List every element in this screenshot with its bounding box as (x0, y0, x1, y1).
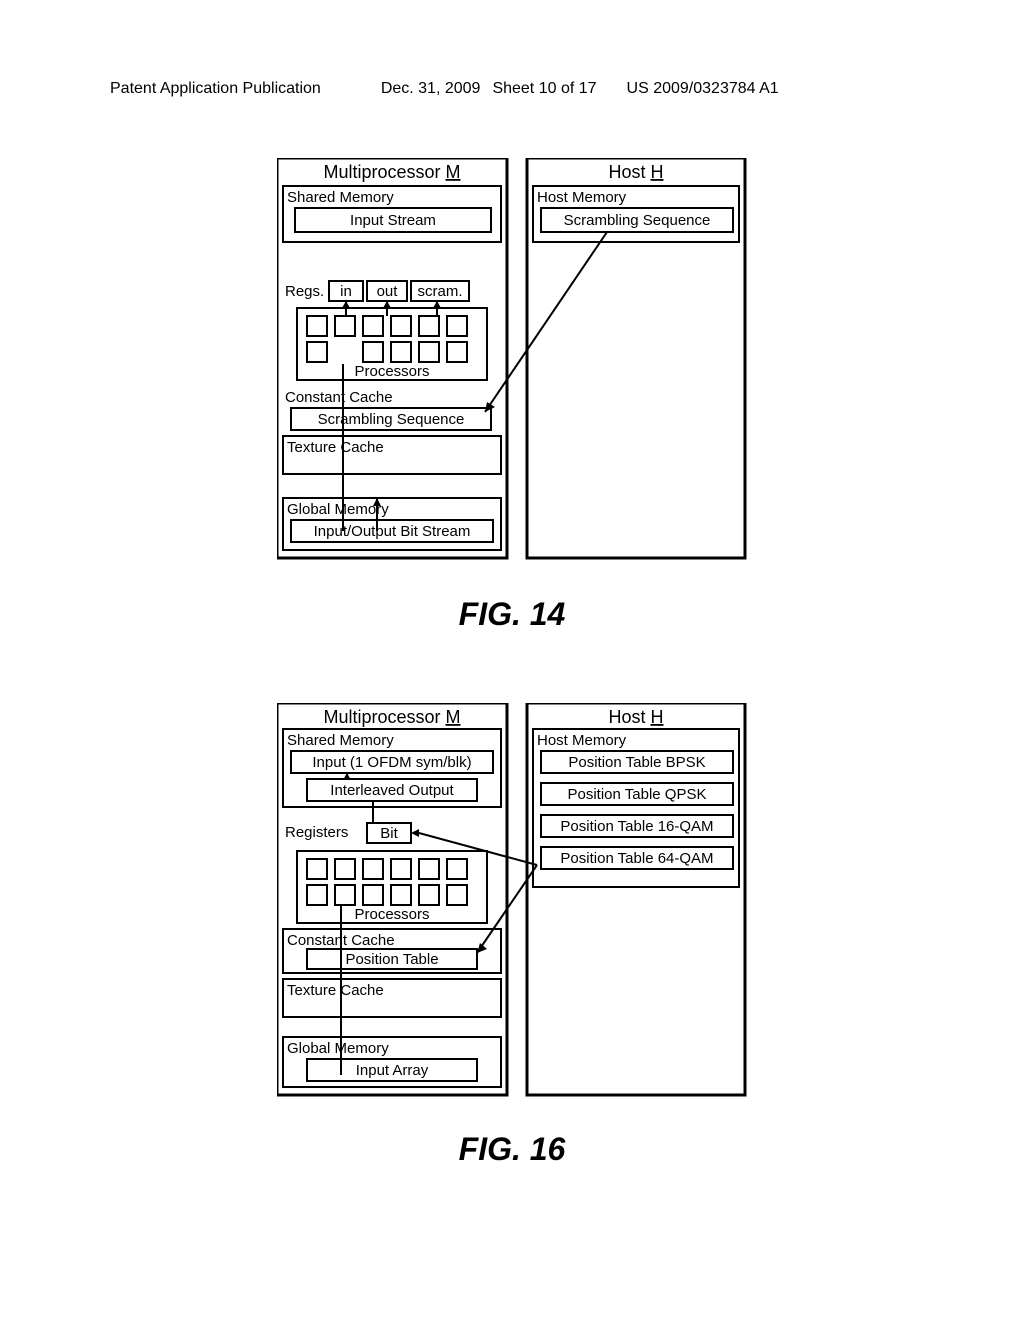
mp-title: Multiprocessor M (323, 162, 460, 182)
bit-label: Bit (380, 825, 398, 842)
processors-label: Processors (354, 363, 429, 380)
global-mem-16: Global Memory (287, 1040, 389, 1057)
figure-14: Multiprocessor M Shared Memory Input Str… (277, 158, 747, 633)
header-pubno: US 2009/0323784 A1 (627, 80, 779, 98)
figure-14-svg: Multiprocessor M Shared Memory Input Str… (277, 158, 747, 568)
host-mem-16: Host Memory (537, 732, 627, 749)
const-cache-label: Constant Cache (285, 389, 393, 406)
reg-in: in (340, 283, 352, 300)
fig16-caption: FIG. 16 (277, 1131, 747, 1168)
global-mem-label: Global Memory (287, 501, 389, 518)
host-title: Host H (608, 162, 663, 182)
input-array: Input Array (356, 1062, 429, 1079)
texture-cache-label: Texture Cache (287, 439, 384, 456)
regs-label: Regs. (285, 283, 324, 300)
pos-table-mp: Position Table (345, 951, 438, 968)
mp-title-16: Multiprocessor M (323, 707, 460, 727)
page: Patent Application Publication Dec. 31, … (0, 0, 1024, 1320)
host-mem-label: Host Memory (537, 189, 627, 206)
scrambling-seq-host: Scrambling Sequence (564, 212, 711, 229)
fig14-caption: FIG. 14 (277, 596, 747, 633)
input-stream-label: Input Stream (350, 212, 436, 229)
header-sheet: Sheet 10 of 17 (492, 80, 596, 98)
header-date: Dec. 31, 2009 (381, 80, 481, 98)
scrambling-seq-mp: Scrambling Sequence (318, 411, 465, 428)
shared-mem-16: Shared Memory (287, 732, 394, 749)
shared-memory-label: Shared Memory (287, 189, 394, 206)
texture-cache-16: Texture Cache (287, 982, 384, 999)
figure-16: Multiprocessor M Shared Memory Input (1 … (277, 703, 747, 1168)
host-title-16: Host H (608, 707, 663, 727)
pt-64qam: Position Table 64-QAM (560, 850, 713, 867)
interleaved-out: Interleaved Output (330, 782, 454, 799)
figure-16-svg: Multiprocessor M Shared Memory Input (1 … (277, 703, 747, 1103)
pt-bpsk: Position Table BPSK (568, 754, 705, 771)
page-header: Patent Application Publication Dec. 31, … (110, 80, 914, 98)
input-ofdm: Input (1 OFDM sym/blk) (312, 754, 471, 771)
header-publication: Patent Application Publication (110, 80, 321, 98)
pt-qpsk: Position Table QPSK (568, 786, 707, 803)
iobs-label: Input/Output Bit Stream (314, 523, 471, 540)
pt-16qam: Position Table 16-QAM (560, 818, 713, 835)
reg-scram: scram. (418, 283, 463, 300)
reg-out: out (377, 283, 399, 300)
processors-16: Processors (354, 906, 429, 923)
registers-label: Registers (285, 824, 348, 841)
